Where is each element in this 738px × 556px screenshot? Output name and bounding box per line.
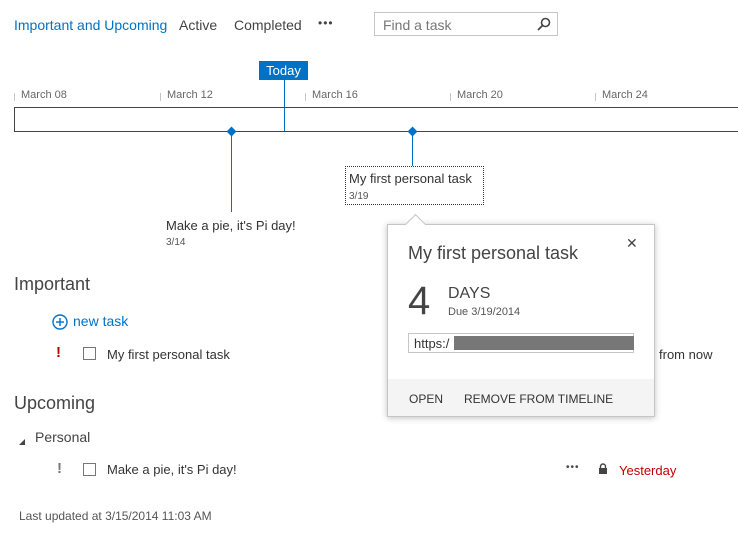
timeline-item-title[interactable]: Make a pie, it's Pi day! — [166, 218, 296, 233]
remove-from-timeline-button[interactable]: REMOVE FROM TIMELINE — [464, 392, 613, 406]
timeline-item-connector — [231, 132, 232, 212]
timeline-tick — [595, 93, 596, 101]
group-label-personal[interactable]: Personal — [35, 429, 90, 445]
priority-icon: ! — [57, 460, 62, 477]
callout-pointer — [404, 213, 427, 236]
important-section-title: Important — [14, 274, 91, 294]
search-input[interactable] — [381, 16, 535, 34]
url-field[interactable]: https:/ — [408, 333, 634, 353]
days-count: 4 — [408, 279, 431, 323]
task-due-overdue: Yesterday — [619, 463, 677, 478]
task-title[interactable]: Make a pie, it's Pi day! — [107, 462, 237, 477]
timeline-date-label: March 20 — [457, 89, 503, 101]
task-more-button[interactable]: ••• — [566, 462, 580, 473]
timeline-tick — [450, 93, 451, 101]
url-redacted — [454, 336, 634, 350]
timeline-date-label: March 08 — [21, 89, 67, 101]
timeline-tick — [305, 93, 306, 101]
callout-actions: OPEN REMOVE FROM TIMELINE — [388, 379, 654, 416]
open-button[interactable]: OPEN — [409, 392, 443, 406]
task-title[interactable]: My first personal task — [107, 347, 230, 362]
tab-completed[interactable]: Completed — [234, 17, 302, 33]
tab-important-upcoming[interactable]: Important and Upcoming — [14, 17, 167, 33]
timeline-date-label: March 16 — [312, 89, 358, 101]
search-icon[interactable] — [537, 17, 551, 36]
timeline-date-label: March 24 — [602, 89, 648, 101]
task-due: from now — [659, 347, 713, 362]
upcoming-section-title: Upcoming — [14, 393, 96, 413]
task-checkbox[interactable] — [83, 463, 96, 476]
timeline-tick — [14, 93, 15, 101]
timeline-item-title: My first personal task — [349, 171, 472, 186]
priority-icon: ! — [56, 344, 61, 361]
close-icon[interactable]: ✕ — [626, 235, 638, 252]
new-task-label: new task — [73, 313, 129, 329]
timeline-item-date: 3/19 — [349, 191, 369, 202]
search-box — [374, 12, 558, 36]
tab-active[interactable]: Active — [179, 17, 217, 33]
callout-title: My first personal task — [408, 243, 579, 263]
timeline-date-label: March 12 — [167, 89, 213, 101]
timeline-item-connector — [412, 132, 413, 166]
task-callout: My first personal task ✕ 4 DAYS Due 3/19… — [387, 213, 655, 417]
lock-icon — [598, 462, 608, 480]
timeline-item-date: 3/14 — [166, 237, 186, 248]
task-checkbox[interactable] — [83, 347, 96, 360]
collapse-triangle-icon[interactable] — [18, 433, 26, 451]
add-circle-icon — [52, 314, 68, 330]
more-views-button[interactable]: ••• — [318, 16, 334, 30]
today-marker-label: Today — [259, 61, 308, 80]
last-updated-text: Last updated at 3/15/2014 11:03 AM — [19, 509, 212, 523]
timeline-bar — [14, 107, 738, 132]
due-date-text: Due 3/19/2014 — [448, 306, 521, 318]
days-label: DAYS — [448, 285, 491, 302]
url-prefix: https:/ — [414, 336, 450, 351]
timeline-item-selected[interactable]: My first personal task 3/19 — [345, 166, 484, 205]
timeline-tick — [160, 93, 161, 101]
